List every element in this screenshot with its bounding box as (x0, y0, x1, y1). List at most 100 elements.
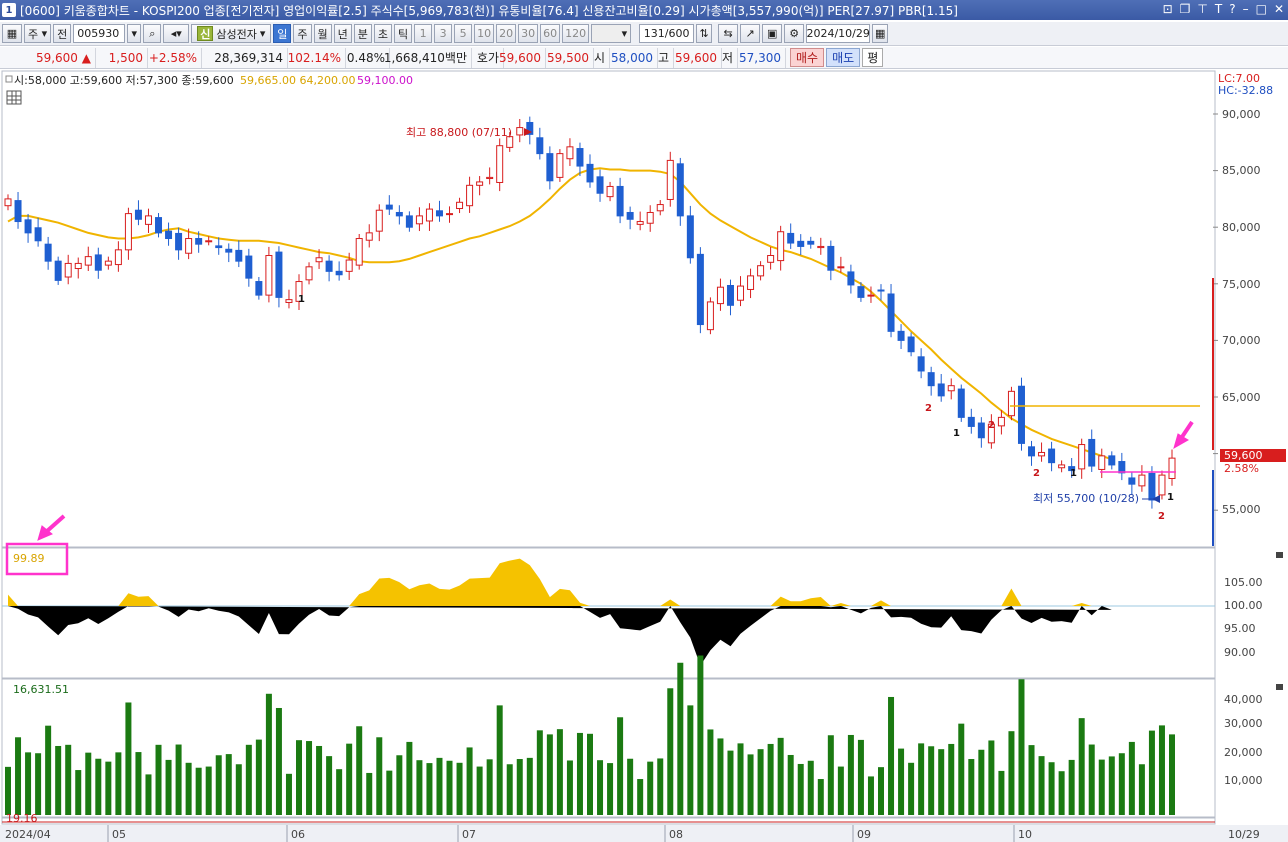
table-view-icon[interactable] (6, 90, 22, 105)
volume-bar (747, 754, 754, 815)
y-tick-75000: 75,000 (1222, 278, 1261, 291)
volume-bar (988, 740, 995, 815)
candle-body (456, 201, 464, 210)
candle-body (155, 217, 163, 234)
all-button[interactable]: 전 (53, 24, 72, 43)
stock-chart[interactable]: 90,000 85,000 80,000 75,000 70,000 65,00… (0, 70, 1288, 842)
stock-select[interactable]: 신 삼성전자 ▾ (191, 24, 272, 43)
maximize-icon[interactable]: □ (1256, 2, 1267, 16)
volume-bar (35, 753, 42, 815)
candle-body (666, 159, 674, 200)
period-year[interactable]: 년 (333, 24, 352, 43)
candle-body (325, 260, 333, 272)
candle-body (425, 208, 433, 222)
interval-60[interactable]: 60 (540, 24, 561, 43)
sync-icon[interactable]: ⇆ (718, 24, 739, 43)
interval-20[interactable]: 20 (496, 24, 517, 43)
low-price: 57,300 (738, 47, 786, 68)
candle-body (957, 388, 965, 418)
volume-bar (536, 730, 543, 815)
grid-menu-icon[interactable]: ▦ (2, 24, 22, 43)
code-dropdown-icon[interactable]: ▾ (127, 24, 142, 43)
interval-1[interactable]: 1 (414, 24, 433, 43)
period-day[interactable]: 일 (273, 24, 292, 43)
search-icon[interactable]: ⌕ (143, 24, 162, 43)
speaker-icon[interactable]: ◂▾ (163, 24, 190, 43)
pin-icon[interactable]: ⊤ (1197, 2, 1207, 16)
volume-bar (968, 759, 975, 815)
candle-body (1158, 474, 1166, 496)
candle-body (516, 127, 524, 136)
indicator-panel-close-icon[interactable] (1276, 552, 1283, 558)
period-minute[interactable]: 분 (353, 24, 372, 43)
sell-button[interactable]: 매도 (826, 48, 861, 67)
period-second[interactable]: 초 (373, 24, 393, 43)
custom-interval-select[interactable]: ▾ (591, 24, 632, 43)
period-month[interactable]: 월 (313, 24, 332, 43)
count-input[interactable]: 131/600 (639, 24, 695, 43)
candle-body (185, 238, 193, 254)
volume-bar (576, 732, 583, 815)
copy-icon[interactable]: ❐ (1180, 2, 1191, 16)
volume-bar (677, 662, 684, 815)
prev-next-icon[interactable]: ⇅ (696, 24, 713, 43)
candle-body (1088, 438, 1096, 467)
candle-body (385, 204, 393, 210)
interval-120[interactable]: 120 (562, 24, 590, 43)
close-icon[interactable]: ✕ (1274, 2, 1284, 16)
candle-body (626, 211, 634, 220)
buy-button[interactable]: 매수 (790, 48, 825, 67)
settings-icon[interactable]: ⚙ (784, 24, 805, 43)
candle-body (195, 238, 203, 245)
open-price: 58,000 (610, 47, 658, 68)
volume-bar (175, 744, 182, 815)
candle-body (877, 289, 885, 292)
candle-body (74, 262, 82, 270)
capture-icon[interactable]: ⊡ (1163, 2, 1173, 16)
volume-bar (637, 779, 644, 815)
period-tick[interactable]: 틱 (394, 24, 413, 43)
volume-bar (95, 758, 102, 815)
candle-body (676, 163, 684, 217)
candle-body (34, 227, 42, 242)
period-week[interactable]: 주 (293, 24, 312, 43)
average-button[interactable]: 평 (862, 48, 884, 67)
market-select[interactable]: 주 ▾ (24, 24, 52, 43)
volume-bar (376, 737, 383, 815)
volume-bar (436, 757, 443, 815)
volume-bar (15, 737, 22, 815)
help-icon[interactable]: ? (1229, 2, 1235, 16)
candle-body (636, 221, 644, 225)
candle-body (716, 286, 724, 305)
volume-panel-close-icon[interactable] (1276, 684, 1283, 690)
volume-bar (1078, 718, 1085, 815)
price-change: 1,500 (96, 47, 148, 68)
font-icon[interactable]: T (1215, 2, 1222, 16)
candle-body (1038, 451, 1046, 457)
volume-bar (406, 741, 413, 815)
interval-3[interactable]: 3 (434, 24, 453, 43)
interval-30[interactable]: 30 (518, 24, 539, 43)
candle-body (646, 211, 654, 224)
volume-bar (446, 760, 453, 815)
interval-10[interactable]: 10 (474, 24, 495, 43)
candle-body (767, 255, 775, 263)
interval-5[interactable]: 5 (454, 24, 473, 43)
candle-body (4, 198, 12, 207)
chart-link-icon[interactable]: ↗ (740, 24, 761, 43)
candle-body (345, 259, 353, 272)
x-label-last: 10/29 (1228, 828, 1260, 841)
candle-body (907, 336, 915, 353)
calendar-icon[interactable]: ▦ (872, 24, 889, 43)
save-icon[interactable]: ▣ (762, 24, 783, 43)
date-input[interactable]: 2024/10/29 (806, 24, 871, 43)
code-input[interactable]: 005930 (73, 24, 126, 43)
svg-text:1: 1 (953, 428, 960, 439)
volume-bar (245, 744, 252, 815)
volume-bar (867, 776, 874, 815)
candle-body (977, 422, 985, 439)
volume-bar (807, 760, 814, 815)
minimize-icon[interactable]: – (1243, 2, 1249, 16)
candle-body (435, 210, 443, 217)
volume-bar (145, 774, 152, 815)
